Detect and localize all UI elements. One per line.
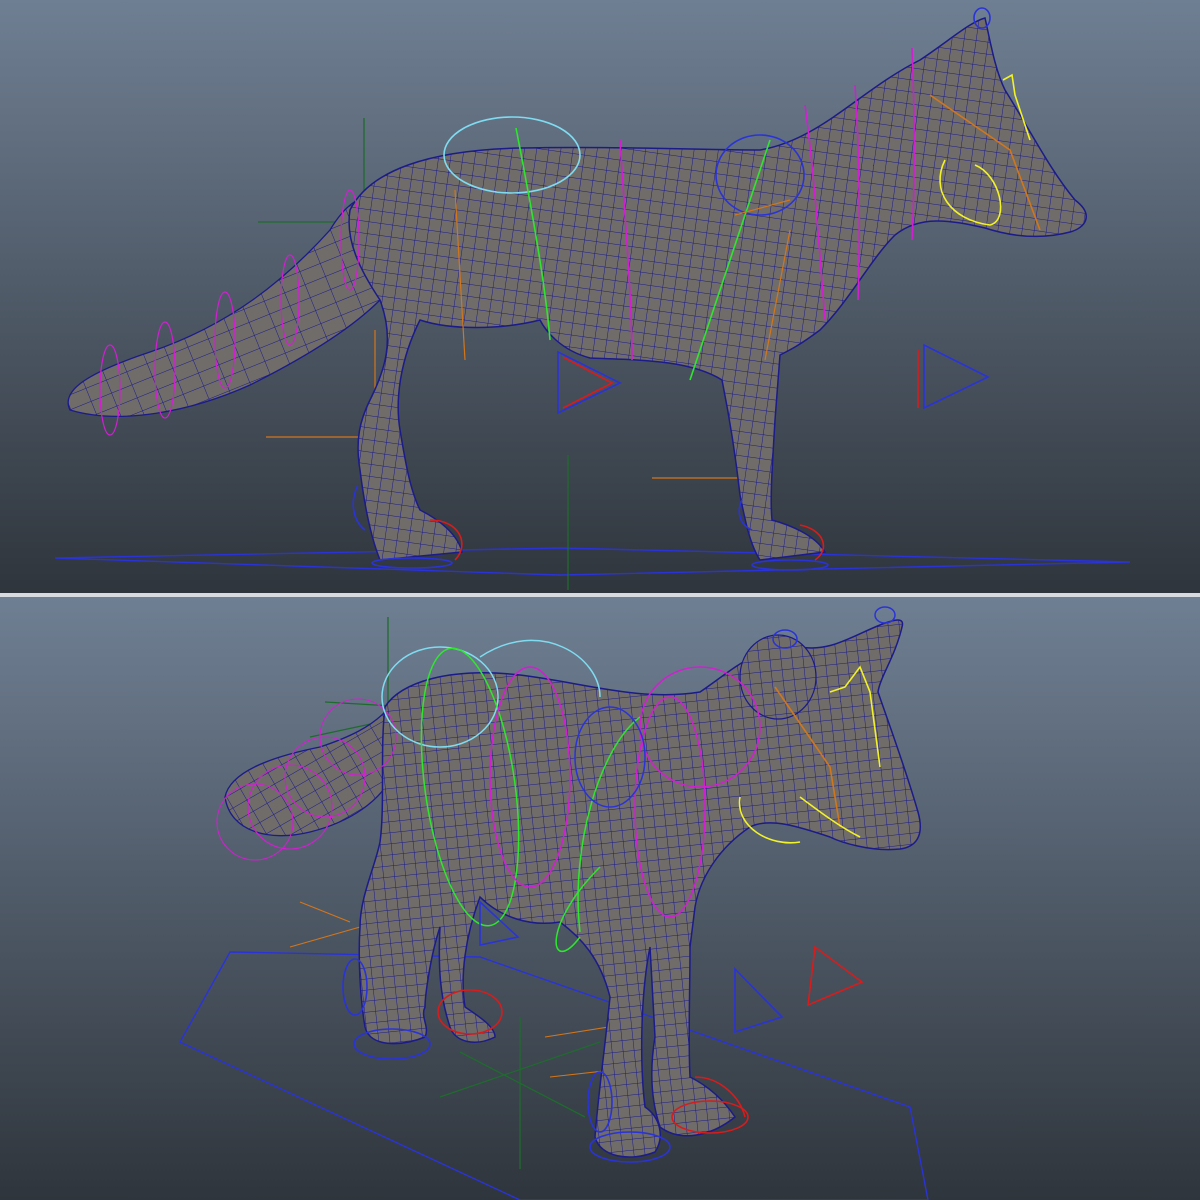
fox-mesh-perspective-part — [739, 634, 817, 720]
maya-viewports — [0, 0, 1200, 1200]
side-viewport[interactable] — [0, 0, 1200, 593]
perspective-viewport[interactable] — [0, 597, 1200, 1200]
